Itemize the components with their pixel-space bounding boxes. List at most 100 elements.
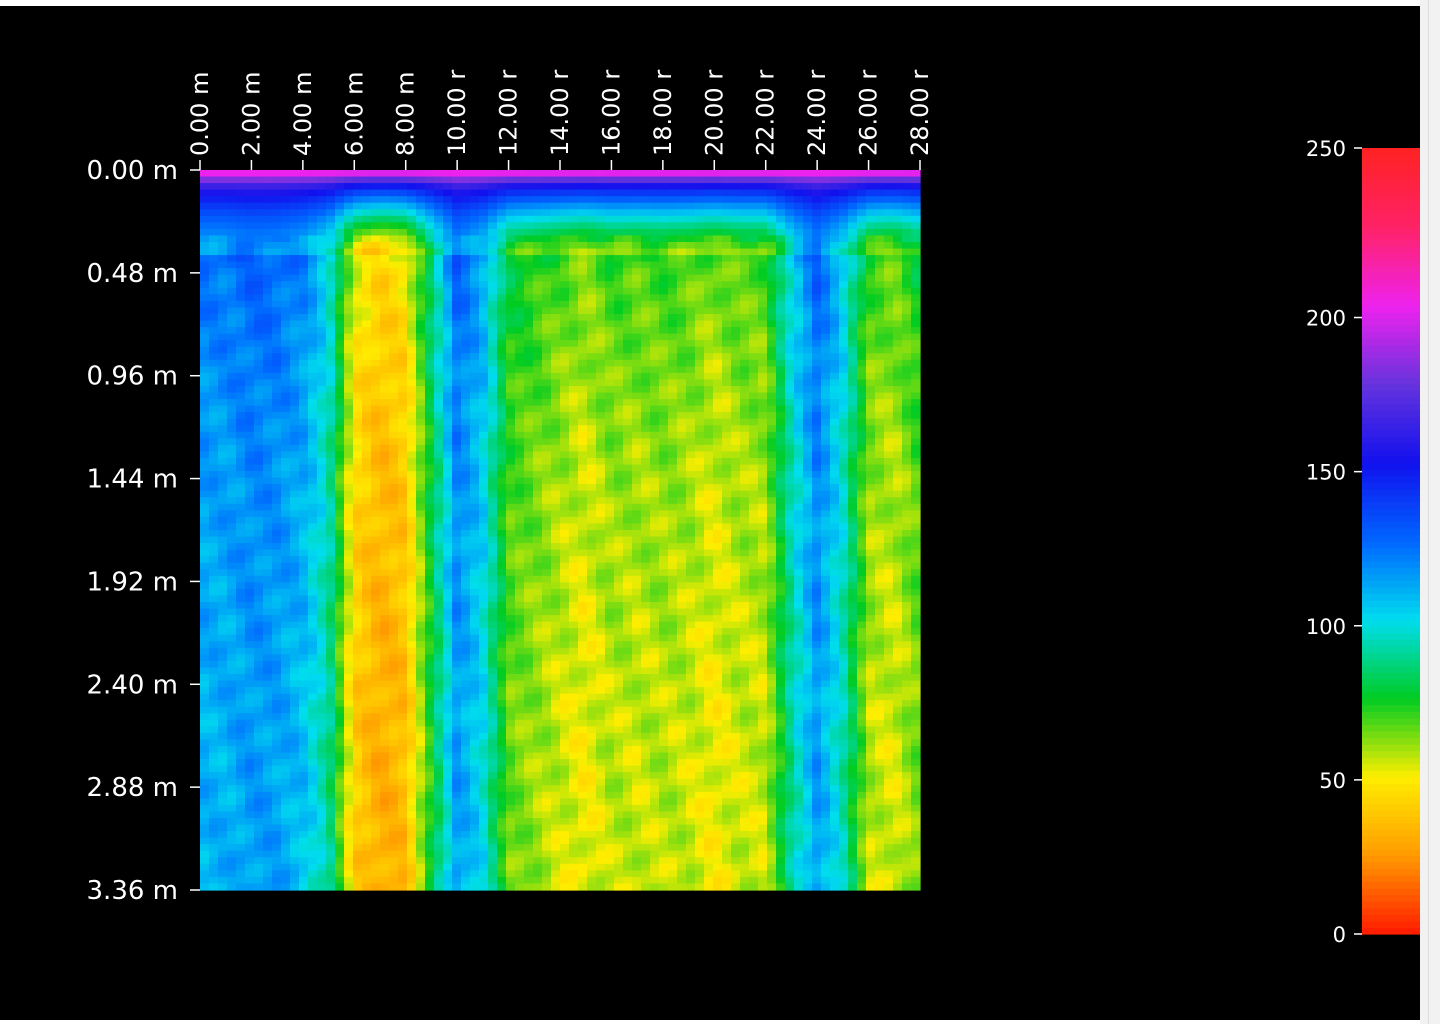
heatmap-cell xyxy=(254,294,264,302)
heatmap-cell xyxy=(668,549,678,557)
heatmap-cell xyxy=(758,562,768,570)
heatmap-cell xyxy=(209,569,219,577)
heatmap-cell xyxy=(695,366,705,374)
heatmap-cell xyxy=(668,379,678,387)
heatmap-cell xyxy=(326,484,336,492)
heatmap-cell xyxy=(641,510,651,518)
heatmap-cell xyxy=(254,536,264,544)
heatmap-cell xyxy=(461,412,471,420)
heatmap-cell xyxy=(578,510,588,518)
heatmap-cell xyxy=(299,294,309,302)
heatmap-cell xyxy=(317,242,327,250)
heatmap-cell xyxy=(434,333,444,341)
heatmap-cell xyxy=(344,458,354,466)
heatmap-cell xyxy=(254,215,264,223)
heatmap-cell xyxy=(821,523,831,531)
heatmap-cell xyxy=(524,340,534,348)
heatmap-cell xyxy=(875,431,885,439)
heatmap-cell xyxy=(848,261,858,269)
heatmap-cell xyxy=(434,562,444,570)
heatmap-cell xyxy=(911,189,921,197)
heatmap-cell xyxy=(218,222,228,230)
heatmap-cell xyxy=(362,274,372,282)
heatmap-cell xyxy=(686,255,696,263)
heatmap-cell xyxy=(884,464,894,472)
heatmap-cell xyxy=(902,418,912,426)
heatmap-cell xyxy=(875,333,885,341)
heatmap-cell xyxy=(416,412,426,420)
heatmap-cell xyxy=(659,176,669,184)
heatmap-cell xyxy=(488,444,498,453)
heatmap-cell xyxy=(713,333,723,341)
heatmap-cell xyxy=(299,497,309,505)
heatmap-cell xyxy=(731,458,741,466)
heatmap-cell xyxy=(668,294,678,302)
heatmap-cell xyxy=(290,471,300,479)
heatmap-cell xyxy=(434,536,444,544)
heatmap-cell xyxy=(632,196,642,204)
heatmap-cell xyxy=(614,261,624,269)
heatmap-cell xyxy=(875,235,885,243)
heatmap-cell xyxy=(632,379,642,387)
heatmap-cell xyxy=(200,556,210,564)
heatmap-cell xyxy=(668,543,678,551)
heatmap-cell xyxy=(497,392,507,400)
heatmap-cell xyxy=(488,294,498,302)
heatmap-cell xyxy=(227,399,237,407)
heatmap-cell xyxy=(821,281,831,289)
heatmap-cell xyxy=(236,170,246,178)
heatmap-cell xyxy=(326,366,336,374)
heatmap-cell xyxy=(911,287,921,295)
heatmap-cell xyxy=(911,379,921,387)
heatmap-cell xyxy=(470,444,480,453)
heatmap-cell xyxy=(857,503,867,511)
heatmap-cell xyxy=(299,176,309,184)
heatmap-cell xyxy=(767,451,777,459)
heatmap-cell xyxy=(794,543,804,551)
heatmap-cell xyxy=(821,209,831,217)
heatmap-cell xyxy=(272,372,282,381)
heatmap-cell xyxy=(515,405,525,413)
heatmap-cell xyxy=(200,215,210,223)
heatmap-cell xyxy=(299,189,309,197)
heatmap-cell xyxy=(515,261,525,269)
heatmap-cell xyxy=(371,294,381,302)
heatmap-cell xyxy=(380,294,390,302)
heatmap-cell xyxy=(281,412,291,420)
heatmap-cell xyxy=(623,209,633,217)
heatmap-cell xyxy=(497,228,507,237)
heatmap-cell xyxy=(614,530,624,538)
heatmap-cell xyxy=(794,536,804,544)
heatmap-cell xyxy=(470,536,480,544)
heatmap-cell xyxy=(479,556,489,564)
heatmap-cell xyxy=(785,451,795,459)
heatmap-cell xyxy=(290,386,300,394)
heatmap-cell xyxy=(839,405,849,413)
heatmap-cell xyxy=(308,340,318,348)
heatmap-cell xyxy=(596,477,606,485)
heatmap-cell xyxy=(821,405,831,413)
heatmap-cell xyxy=(614,274,624,282)
heatmap-cell xyxy=(425,300,435,309)
heatmap-cell xyxy=(650,176,660,184)
heatmap-cell xyxy=(902,176,912,184)
heatmap-cell xyxy=(569,333,579,341)
heatmap-cell xyxy=(488,516,498,525)
heatmap-cell xyxy=(254,530,264,538)
heatmap-cell xyxy=(839,490,849,498)
heatmap-cell xyxy=(623,222,633,230)
heatmap-cell xyxy=(497,170,507,178)
heatmap-cell xyxy=(560,503,570,511)
heatmap-cell xyxy=(344,196,354,204)
heatmap-cell xyxy=(632,333,642,341)
heatmap-cell xyxy=(245,471,255,479)
heatmap-cell xyxy=(785,444,795,453)
heatmap-cell xyxy=(452,261,462,269)
heatmap-cell xyxy=(425,549,435,557)
heatmap-cell xyxy=(506,307,516,315)
heatmap-cell xyxy=(209,215,219,223)
heatmap-cell xyxy=(236,281,246,289)
heatmap-cell xyxy=(344,189,354,197)
heatmap-cell xyxy=(326,444,336,453)
heatmap-cell xyxy=(722,523,732,531)
